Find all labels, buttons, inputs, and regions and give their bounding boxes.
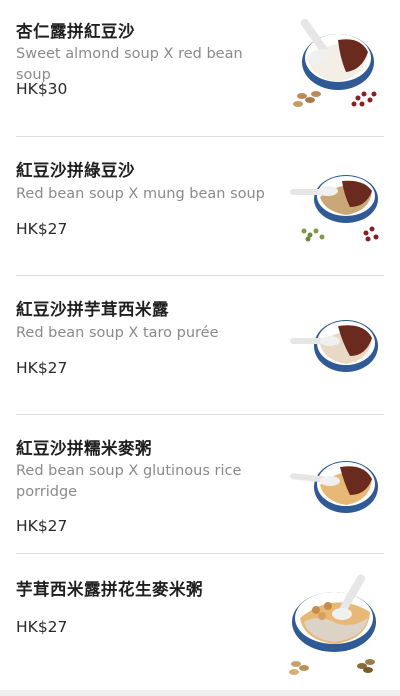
item-title: 紅豆沙拼綠豆沙	[16, 161, 135, 180]
item-price: HK$27	[16, 517, 68, 535]
bottom-bar	[0, 690, 400, 696]
menu-item[interactable]: 紅豆沙拼綠豆沙 Red bean soup X mung bean soup H…	[16, 137, 384, 276]
item-price: HK$27	[16, 618, 68, 636]
item-title: 芋茸西米露拼花生麥米粥	[16, 580, 203, 599]
almond-red-bean-bowl-icon	[293, 18, 377, 107]
item-title: 紅豆沙拼糯米麥粥	[16, 439, 152, 458]
red-bean-taro-bowl-icon	[290, 320, 378, 372]
menu-item[interactable]: 紅豆沙拼糯米麥粥 Red bean soup X glutinous rice …	[16, 415, 384, 554]
item-description: Red bean soup X mung bean soup	[16, 186, 265, 202]
taro-peanut-porridge-bowl-icon	[289, 574, 376, 675]
menu-item[interactable]: 芋茸西米露拼花生麥米粥 HK$27	[16, 554, 384, 690]
item-title: 紅豆沙拼芋茸西米露	[16, 300, 169, 319]
menu-item[interactable]: 杏仁露拼紅豆沙 Sweet almond soup X red bean sou…	[16, 0, 384, 137]
item-description: Red bean soup X glutinous rice porridge	[16, 463, 242, 500]
item-price: HK$27	[16, 220, 68, 238]
item-title: 杏仁露拼紅豆沙	[16, 22, 135, 41]
red-bean-mung-bean-bowl-icon	[290, 175, 379, 242]
item-price: HK$27	[16, 359, 68, 377]
item-price: HK$30	[16, 80, 68, 98]
menu-item[interactable]: 紅豆沙拼芋茸西米露 Red bean soup X taro purée HK$…	[16, 276, 384, 415]
item-description: Red bean soup X taro purée	[16, 325, 219, 341]
red-bean-rice-porridge-bowl-icon	[290, 461, 378, 513]
